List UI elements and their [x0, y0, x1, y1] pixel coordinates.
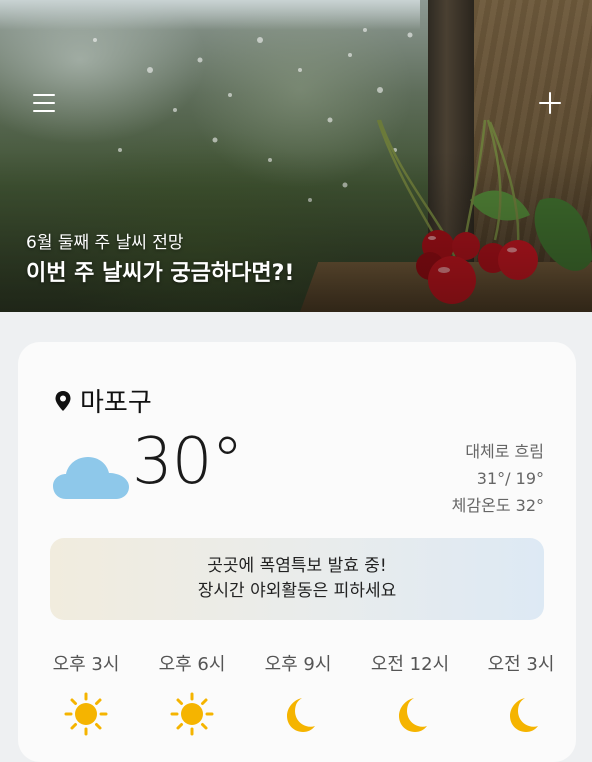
current-temperature: 30° [132, 425, 243, 499]
alert-line-2: 장시간 야외활동은 피하세요 [197, 581, 397, 601]
heat-alert-banner[interactable]: 곳곳에 폭염특보 발효 중! 장시간 야외활동은 피하세요 [50, 538, 544, 620]
hour-time: 오전 3시 [487, 654, 555, 675]
cloud-icon [53, 457, 129, 499]
hero-banner[interactable]: 6월 둘째 주 날씨 전망 이번 주 날씨가 궁금하다면?! [0, 0, 592, 312]
hourly-item: 오후 6시 [137, 650, 247, 736]
hourly-forecast[interactable]: 오후 3시 오후 6시 오후 9시 오전 12시 오전 3시 [18, 650, 576, 760]
sun-icon [64, 692, 108, 736]
hourly-item: 오후 9시 [243, 650, 353, 732]
hour-time: 오전 12시 [370, 654, 450, 675]
moon-icon [287, 698, 315, 732]
sun-icon [170, 692, 214, 736]
high-low-temp: 31°/ 19° [476, 469, 544, 488]
menu-icon[interactable] [27, 86, 61, 120]
plus-icon[interactable] [533, 86, 567, 120]
location-row[interactable]: 마포구 [54, 382, 152, 419]
hourly-item: 오전 3시 [466, 650, 576, 732]
hour-time: 오후 3시 [52, 654, 120, 675]
condition-block: 대체로 흐림 31°/ 19° 체감온도 32° [452, 438, 544, 519]
hour-time: 오후 9시 [264, 654, 332, 675]
banner-title: 이번 주 날씨가 궁금하다면?! [26, 261, 295, 286]
location-pin-icon [55, 390, 71, 411]
alert-line-1: 곳곳에 폭염특보 발효 중! [207, 556, 387, 576]
moon-icon [399, 698, 427, 732]
banner-subtitle: 6월 둘째 주 날씨 전망 [26, 233, 184, 253]
condition-text: 대체로 흐림 [465, 442, 544, 461]
feels-like-temp: 체감온도 32° [451, 496, 544, 515]
moon-icon [510, 698, 538, 732]
hourly-item: 오후 3시 [31, 650, 141, 736]
hourly-item: 오전 12시 [355, 650, 465, 732]
weather-card[interactable]: 마포구 30° 대체로 흐림 31°/ 19° 체감온도 32° 곳곳에 폭염특… [18, 342, 576, 762]
location-name: 마포구 [80, 388, 152, 418]
hour-time: 오후 6시 [158, 654, 226, 675]
